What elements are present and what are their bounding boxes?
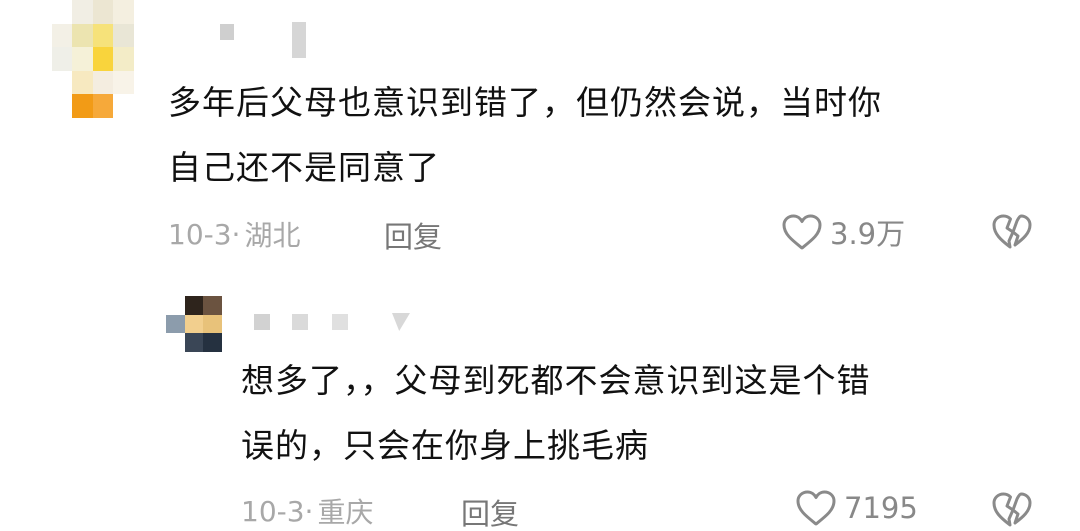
heart-outline-icon <box>796 490 836 526</box>
reply-button[interactable]: 回复 <box>461 491 519 531</box>
like-count: 7195 <box>844 491 918 525</box>
comment-text: 想多了，，父母到死都不会意识到这是个错 误的，只会在你身上挑毛病 <box>241 348 871 478</box>
comment-text-line: 自己还不是同意了 <box>168 148 440 187</box>
broken-heart-icon <box>992 492 1032 527</box>
comment-text: 多年后父母也意识到错了，但仍然会说，当时你 自己还不是同意了 <box>168 70 882 200</box>
user-avatar[interactable] <box>52 0 154 118</box>
reply-button[interactable]: 回复 <box>384 214 442 256</box>
username[interactable] <box>220 20 306 60</box>
like-count: 3.9万 <box>830 217 906 251</box>
dislike-button[interactable] <box>990 490 1034 531</box>
broken-heart-icon <box>992 214 1032 249</box>
comment-meta: 10-3· 湖北 <box>168 212 300 256</box>
comment-date: 10-3· <box>168 217 241 251</box>
comment-location: 湖北 <box>244 219 301 252</box>
comment-location: 重庆 <box>317 496 374 529</box>
like-button[interactable]: 7195 <box>794 488 918 528</box>
like-button[interactable]: 3.9万 <box>780 211 905 253</box>
comment-text-line: 多年后父母也意识到错了，但仍然会说，当时你 <box>168 83 882 122</box>
heart-outline-icon <box>782 214 822 250</box>
user-avatar[interactable] <box>166 296 222 352</box>
comment-meta: 10-3· 重庆 <box>241 489 373 531</box>
dislike-button[interactable] <box>990 212 1034 256</box>
comment-date: 10-3· <box>241 494 314 528</box>
comment-text-line: 想多了，，父母到死都不会意识到这是个错 <box>241 361 871 400</box>
username[interactable] <box>254 310 410 334</box>
comment-text-line: 误的，只会在你身上挑毛病 <box>241 426 649 465</box>
comment-thread: 多年后父母也意识到错了，但仍然会说，当时你 自己还不是同意了 10-3· 湖北 回… <box>0 0 1080 531</box>
